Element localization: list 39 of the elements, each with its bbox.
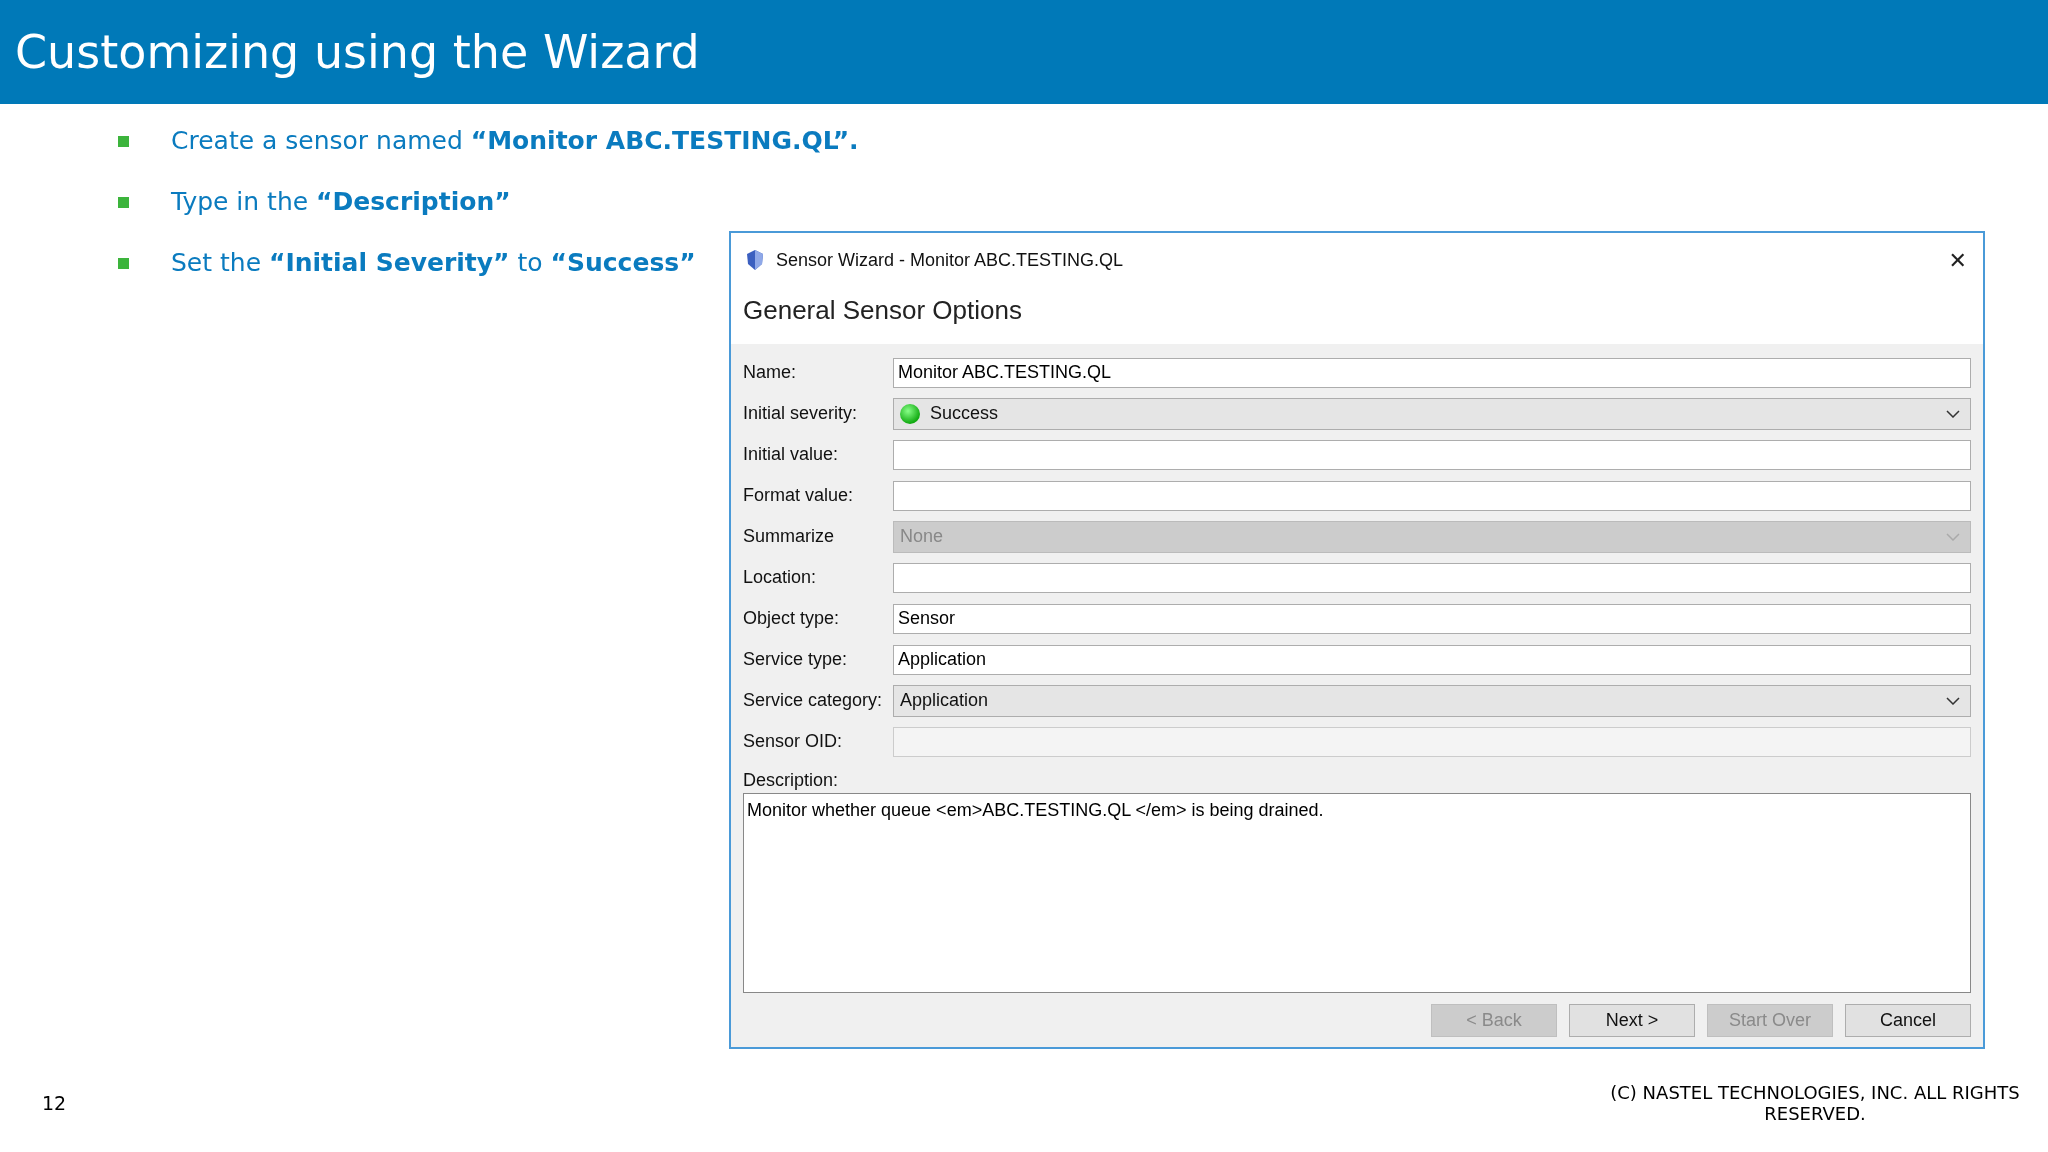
field-label: Format value:	[743, 485, 855, 506]
field-label: Initial severity:	[743, 403, 859, 424]
page-number: 12	[42, 1092, 67, 1114]
field-label: Description:	[743, 770, 840, 791]
bullet-icon	[118, 136, 129, 147]
bullet-text: Set the “Initial Severity” to “Success”	[171, 248, 696, 277]
input-field[interactable]: Application	[893, 644, 1971, 675]
bullet-icon	[118, 197, 129, 208]
dropdown[interactable]: Success	[893, 397, 1971, 430]
chevron-icon	[1946, 409, 1960, 418]
page-heading: General Sensor Options	[731, 283, 1983, 344]
copyright-text: (C) NASTEL TECHNOLOGIES, INC. ALL RIGHTS RESERVED.	[1610, 1082, 2020, 1124]
bullet-text: Create a sensor named “Monitor ABC.TESTING.QL”.	[171, 126, 859, 155]
close-button[interactable]: ✕	[1932, 247, 1983, 273]
shield-icon	[746, 249, 764, 271]
chevron-icon	[1946, 532, 1960, 541]
field-label: Service category:	[743, 690, 884, 711]
chevron-icon	[1946, 696, 1960, 705]
field-label: Object type:	[743, 608, 841, 629]
dropdown[interactable]: Application	[893, 684, 1971, 717]
window-title: Sensor Wizard - Monitor ABC.TESTING.QL	[776, 249, 1124, 271]
description-field[interactable]: Monitor whether queue <em>ABC.TESTING.QL </em> is being drained.	[743, 793, 1971, 993]
input-field[interactable]	[893, 439, 1971, 470]
field-label: Initial value:	[743, 444, 840, 465]
field-label: Service type:	[743, 649, 849, 670]
bullet-icon	[118, 258, 129, 269]
wizard-button[interactable]: Cancel	[1845, 1004, 1971, 1037]
input-field[interactable]: Monitor ABC.TESTING.QL	[893, 357, 1971, 388]
bullet-text: Type in the “Description”	[171, 187, 511, 216]
field-label: Sensor OID:	[743, 731, 844, 752]
input-field[interactable]: Sensor	[893, 603, 1971, 634]
field-label: Summarize	[743, 526, 836, 547]
field-label: Name:	[743, 362, 797, 383]
input-field[interactable]	[893, 480, 1971, 511]
field-label: Location:	[743, 567, 818, 588]
success-dot-icon	[900, 403, 920, 424]
wizard-button[interactable]: Next >	[1569, 1004, 1695, 1037]
slide-title: Customizing using the Wizard	[15, 25, 700, 79]
input-field[interactable]	[893, 562, 1971, 593]
